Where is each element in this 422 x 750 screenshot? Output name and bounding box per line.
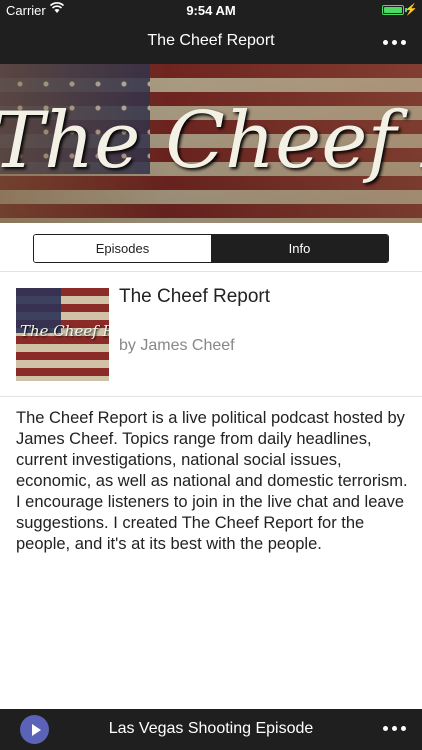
status-bar: Carrier 9:54 AM ⚡ xyxy=(0,0,422,22)
artwork-logo-text: The Cheef Report xyxy=(20,322,109,340)
page-title: The Cheef Report xyxy=(147,32,275,49)
podcast-title: The Cheef Report xyxy=(119,286,271,307)
divider xyxy=(0,271,422,272)
now-playing-bar[interactable]: Las Vegas Shooting Episode xyxy=(0,709,422,750)
more-dots-icon[interactable] xyxy=(383,718,406,731)
podcast-author: by James Cheef xyxy=(119,337,235,354)
status-time: 9:54 AM xyxy=(186,3,236,18)
banner-logo-text: The Cheef Report xyxy=(0,96,422,186)
charging-bolt-icon: ⚡ xyxy=(404,4,418,16)
more-dots-icon[interactable] xyxy=(383,32,406,45)
tab-episodes[interactable]: Episodes xyxy=(34,235,211,262)
now-playing-title[interactable]: Las Vegas Shooting Episode xyxy=(0,720,422,738)
tab-info[interactable]: Info xyxy=(211,235,388,262)
battery-icon xyxy=(382,5,404,15)
navigation-bar: The Cheef Report xyxy=(0,22,422,64)
segmented-control: Episodes Info xyxy=(33,234,389,263)
divider xyxy=(0,396,422,397)
podcast-banner-image: The Cheef Report xyxy=(0,64,422,223)
podcast-artwork: The Cheef Report xyxy=(16,288,109,381)
podcast-description: The Cheef Report is a live political pod… xyxy=(16,409,408,553)
